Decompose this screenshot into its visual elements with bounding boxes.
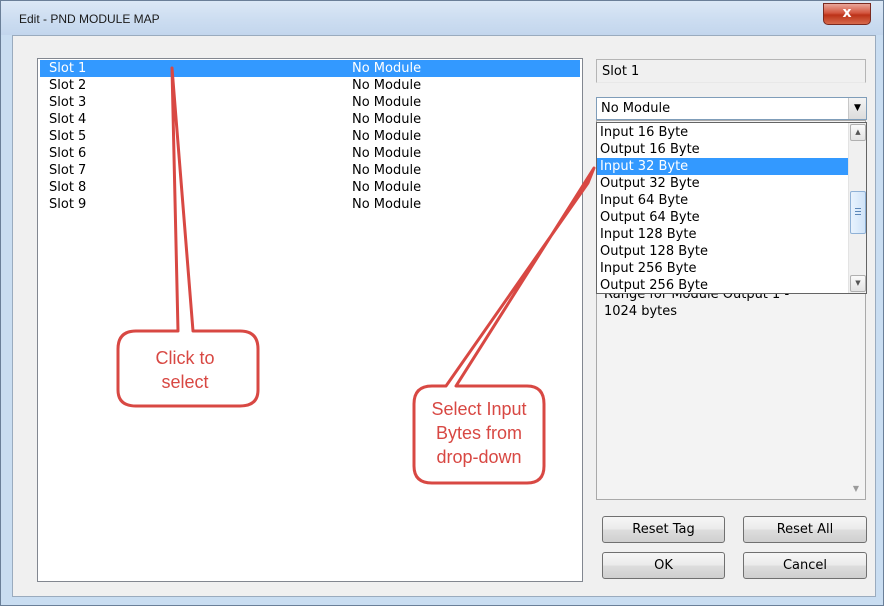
reset-tag-button[interactable]: Reset Tag	[602, 516, 725, 543]
slot-row[interactable]: Slot 8 No Module	[40, 179, 580, 196]
dropdown-arrow-icon[interactable]: ▼	[848, 98, 866, 119]
grip-line	[855, 208, 861, 209]
slot-name: Slot 8	[49, 180, 87, 195]
edit-dialog-window: Edit - PND MODULE MAP x Slot 1 No Module…	[0, 0, 884, 606]
slot-row[interactable]: Slot 3 No Module	[40, 94, 580, 111]
title-bar[interactable]: Edit - PND MODULE MAP x	[1, 1, 883, 35]
dropdown-option[interactable]: Output 32 Byte	[597, 175, 849, 192]
click-to-select-callout: Click to select	[126, 346, 244, 394]
slot-row[interactable]: Slot 9 No Module	[40, 196, 580, 213]
slot-name: Slot 4	[49, 112, 87, 127]
close-button[interactable]: x	[823, 3, 871, 25]
slot-row[interactable]: Slot 7 No Module	[40, 162, 580, 179]
slot-row[interactable]: Slot 2 No Module	[40, 77, 580, 94]
dropdown-option[interactable]: Output 16 Byte	[597, 141, 849, 158]
ok-button[interactable]: OK	[602, 552, 725, 579]
slot-module: No Module	[352, 129, 422, 144]
callout-line: select	[161, 372, 209, 392]
slot-module: No Module	[352, 146, 422, 161]
scroll-down-arrow-icon[interactable]: ▼	[853, 484, 859, 493]
callout-line: Click to	[155, 348, 215, 368]
callout-line: drop-down	[436, 447, 522, 467]
dropdown-option-highlighted[interactable]: Input 32 Byte	[597, 158, 849, 175]
slot-name: Slot 2	[49, 78, 87, 93]
dropdown-option[interactable]: Input 64 Byte	[597, 192, 849, 209]
slot-module: No Module	[352, 78, 422, 93]
slot-name: Slot 3	[49, 95, 87, 110]
slot-row[interactable]: Slot 6 No Module	[40, 145, 580, 162]
description-line-2: 1024 bytes	[604, 304, 678, 319]
slot-name: Slot 9	[49, 197, 87, 212]
slot-row[interactable]: Slot 5 No Module	[40, 128, 580, 145]
selected-slot-label: Slot 1	[596, 59, 866, 83]
slot-module: No Module	[352, 163, 422, 178]
slot-row[interactable]: Slot 1 No Module	[40, 60, 580, 77]
callout-line: Select Input	[431, 399, 527, 419]
scrollbar-thumb[interactable]	[850, 191, 866, 234]
dropdown-option[interactable]: Output 256 Byte	[597, 277, 849, 293]
dropdown-option[interactable]: Input 128 Byte	[597, 226, 849, 243]
dropdown-scrollbar[interactable]: ▲ ▼	[848, 123, 866, 293]
module-type-select[interactable]: No Module ▼	[596, 97, 867, 120]
grip-line	[855, 211, 861, 212]
slot-list[interactable]: Slot 1 No Module Slot 2 No Module Slot 3…	[37, 58, 583, 582]
module-select-value: No Module	[601, 101, 671, 116]
dropdown-option[interactable]: Input 16 Byte	[597, 124, 849, 141]
slot-row[interactable]: Slot 4 No Module	[40, 111, 580, 128]
slot-module: No Module	[352, 112, 422, 127]
dropdown-option[interactable]: Input 256 Byte	[597, 260, 849, 277]
slot-module: No Module	[352, 61, 422, 76]
dialog-client-area: Slot 1 No Module Slot 2 No Module Slot 3…	[12, 35, 876, 597]
slot-name: Slot 7	[49, 163, 87, 178]
dropdown-option[interactable]: Output 128 Byte	[597, 243, 849, 260]
slot-name: Slot 5	[49, 129, 87, 144]
scroll-up-arrow-icon[interactable]: ▲	[850, 124, 866, 141]
cancel-button[interactable]: Cancel	[743, 552, 867, 579]
slot-name: Slot 6	[49, 146, 87, 161]
slot-module: No Module	[352, 180, 422, 195]
slot-module: No Module	[352, 95, 422, 110]
select-input-bytes-callout: Select Input Bytes from drop-down	[416, 397, 542, 469]
scroll-down-arrow-icon[interactable]: ▼	[850, 275, 866, 292]
callout-line: Bytes from	[435, 423, 523, 443]
module-dropdown-list[interactable]: Input 16 Byte Output 16 Byte Input 32 By…	[596, 122, 867, 294]
dropdown-option[interactable]: Output 64 Byte	[597, 209, 849, 226]
window-title: Edit - PND MODULE MAP	[19, 12, 160, 26]
slot-module: No Module	[352, 197, 422, 212]
grip-line	[855, 214, 861, 215]
slot-name: Slot 1	[49, 61, 87, 76]
close-icon: x	[842, 5, 852, 21]
reset-all-button[interactable]: Reset All	[743, 516, 867, 543]
